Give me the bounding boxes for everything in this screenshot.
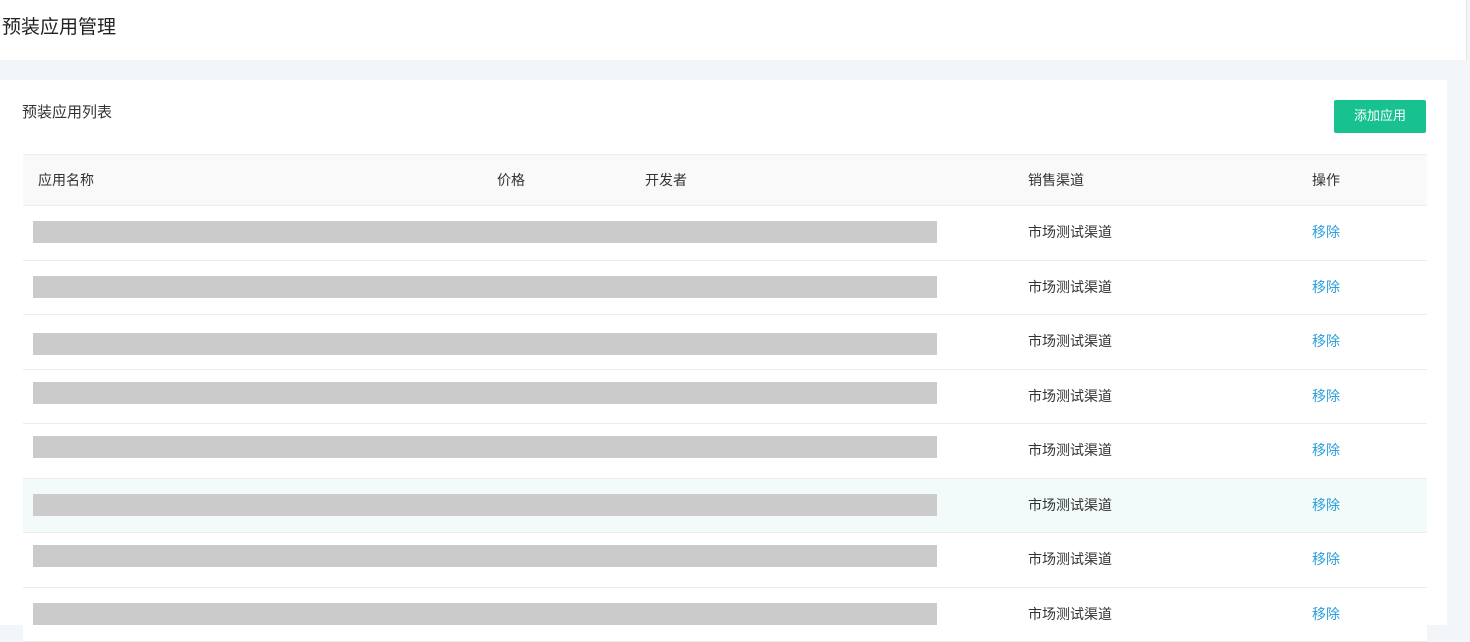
table-row: 市场测试渠道 移除 [23,533,1427,588]
table-row: 市场测试渠道 移除 [23,370,1427,425]
sales-channel-cell: 市场测试渠道 [1028,424,1112,478]
column-header-app-name: 应用名称 [38,155,94,207]
sales-channel-cell: 市场测试渠道 [1028,588,1112,642]
redacted-app-info [33,494,937,516]
redacted-app-info [33,545,937,567]
app-table: 应用名称 价格 开发者 销售渠道 操作 市场测试渠道移除市场测试渠道移除市场测试… [23,154,1427,642]
column-header-developer: 开发者 [645,155,687,207]
add-app-button[interactable]: 添加应用 [1334,100,1426,133]
table-body: 市场测试渠道移除市场测试渠道移除市场测试渠道移除市场测试渠道移除市场测试渠道移除… [23,206,1427,642]
redacted-app-info [33,221,937,243]
remove-link[interactable]: 移除 [1312,315,1340,369]
page-title: 预装应用管理 [2,14,116,40]
remove-link[interactable]: 移除 [1312,588,1340,642]
sales-channel-cell: 市场测试渠道 [1028,206,1112,260]
table-header: 应用名称 价格 开发者 销售渠道 操作 [23,154,1427,206]
column-header-price: 价格 [497,155,525,207]
redacted-app-info [33,333,937,355]
redacted-app-info [33,382,937,404]
sales-channel-cell: 市场测试渠道 [1028,261,1112,315]
table-row: 市场测试渠道 移除 [23,315,1427,370]
sales-channel-cell: 市场测试渠道 [1028,533,1112,587]
table-row: 市场测试渠道 移除 [23,424,1427,479]
remove-link[interactable]: 移除 [1312,370,1340,424]
remove-link[interactable]: 移除 [1312,533,1340,587]
remove-link[interactable]: 移除 [1312,424,1340,478]
redacted-app-info [33,436,937,458]
sales-channel-cell: 市场测试渠道 [1028,315,1112,369]
remove-link[interactable]: 移除 [1312,206,1340,260]
column-header-channel: 销售渠道 [1028,155,1084,207]
page-header: 预装应用管理 [0,0,1467,60]
table-row: 市场测试渠道 移除 [23,588,1427,642]
sales-channel-cell: 市场测试渠道 [1028,479,1112,533]
table-row: 市场测试渠道 移除 [23,479,1427,534]
column-header-action: 操作 [1312,155,1340,207]
remove-link[interactable]: 移除 [1312,261,1340,315]
redacted-app-info [33,603,937,625]
redacted-app-info [33,276,937,298]
card-title: 预装应用列表 [22,102,112,122]
table-row: 市场测试渠道 移除 [23,206,1427,261]
app-list-card: 预装应用列表 添加应用 应用名称 价格 开发者 销售渠道 操作 市场测试渠道移除… [0,80,1447,625]
table-row: 市场测试渠道 移除 [23,261,1427,316]
remove-link[interactable]: 移除 [1312,479,1340,533]
sales-channel-cell: 市场测试渠道 [1028,370,1112,424]
